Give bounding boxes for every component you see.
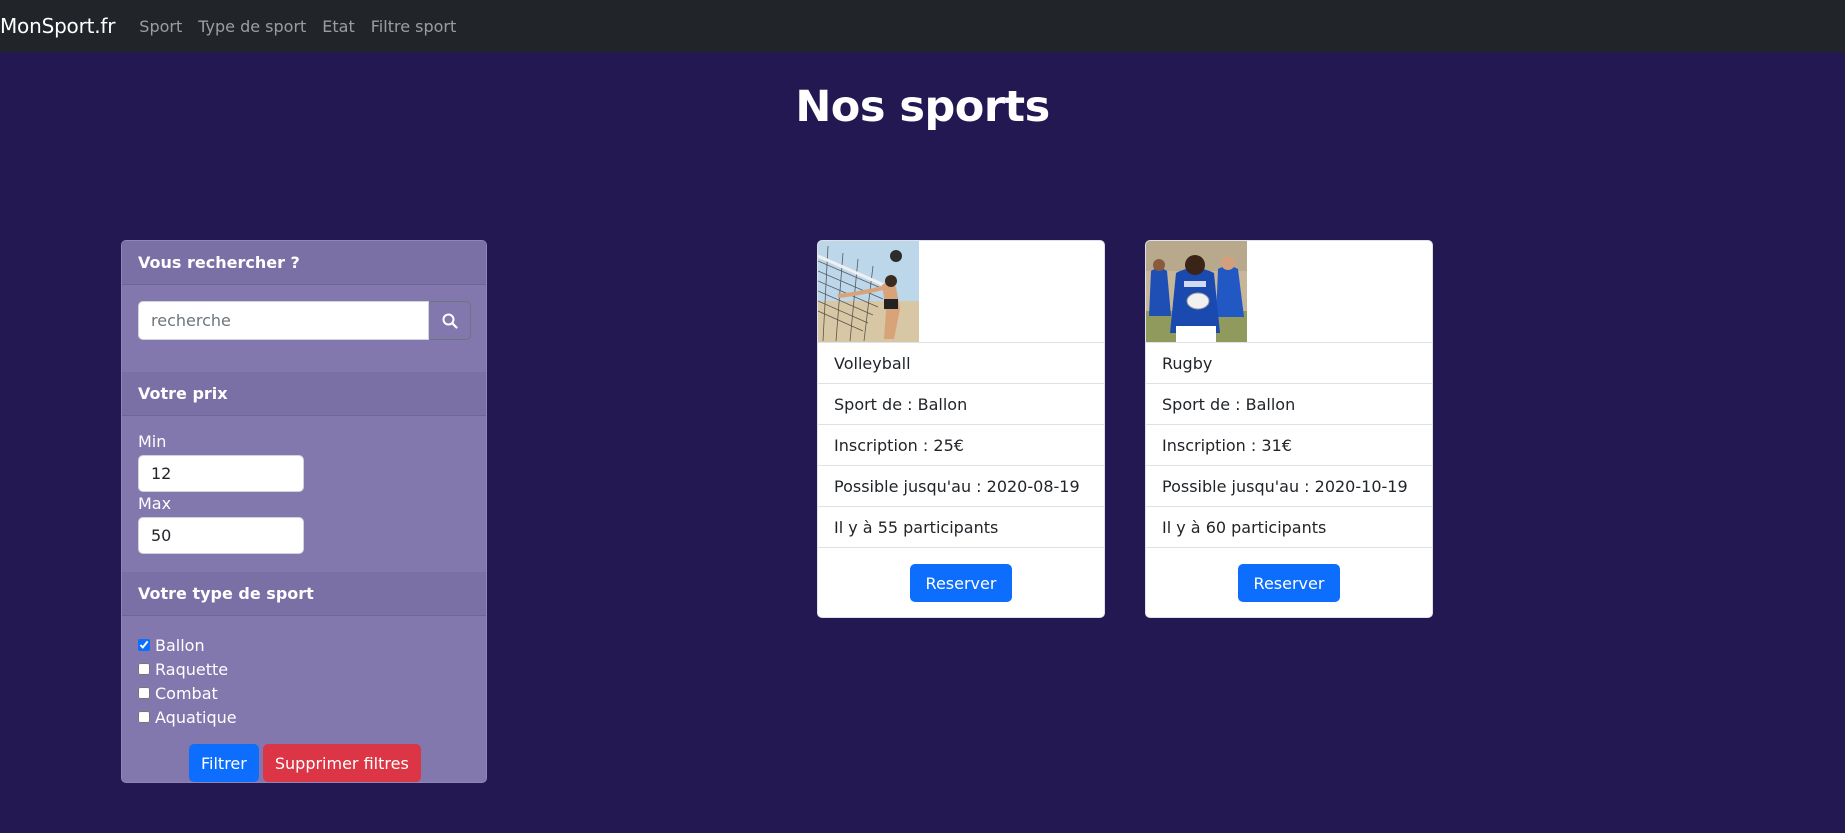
card-price: Inscription : 31€ [1146, 425, 1432, 466]
card-sport-type: Sport de : Ballon [818, 384, 1104, 425]
checkbox-combat[interactable] [138, 687, 150, 699]
type-option-ballon[interactable]: Ballon [138, 633, 237, 657]
clear-filters-button[interactable]: Supprimer filtres [262, 744, 421, 782]
card-sport-name: Rugby [1146, 343, 1432, 384]
card-sport-name: Volleyball [818, 343, 1104, 384]
card-image-container [1146, 241, 1432, 343]
min-label: Min [138, 432, 167, 451]
card-participants: Il y à 55 participants [818, 507, 1104, 548]
card-deadline: Possible jusqu'au : 2020-10-19 [1146, 466, 1432, 507]
type-label-ballon: Ballon [155, 635, 205, 655]
card-footer: Reserver [818, 548, 1104, 617]
search-header: Vous rechercher ? [122, 241, 486, 285]
sport-card-volleyball: Volleyball Sport de : Ballon Inscription… [817, 240, 1105, 618]
card-footer: Reserver [1146, 548, 1432, 617]
search-icon [442, 313, 458, 329]
max-label: Max [138, 494, 172, 513]
filter-panel: Vous rechercher ? Votre prix Min Max Vot… [121, 240, 487, 783]
volleyball-image [818, 241, 919, 342]
type-option-raquette[interactable]: Raquette [138, 657, 237, 681]
type-label-raquette: Raquette [155, 659, 229, 679]
rugby-image [1146, 241, 1247, 342]
nav-link-type-de-sport[interactable]: Type de sport [198, 17, 306, 36]
card-deadline: Possible jusqu'au : 2020-08-19 [818, 466, 1104, 507]
type-header: Votre type de sport [122, 572, 486, 616]
filter-actions: Filtrer Supprimer filtres [189, 744, 421, 782]
navbar: MonSport.fr Sport Type de sport Etat Fil… [0, 0, 1845, 52]
reserve-button-volleyball[interactable]: Reserver [909, 564, 1013, 602]
page-title: Nos sports [795, 82, 1050, 132]
type-label-aquatique: Aquatique [155, 707, 237, 727]
filter-button[interactable]: Filtrer [189, 744, 259, 782]
max-price-input[interactable] [138, 517, 304, 554]
type-option-combat[interactable]: Combat [138, 681, 237, 705]
card-sport-type: Sport de : Ballon [1146, 384, 1432, 425]
card-price: Inscription : 25€ [818, 425, 1104, 466]
min-price-input[interactable] [138, 455, 304, 492]
reserve-button-rugby[interactable]: Reserver [1237, 564, 1341, 602]
checkbox-ballon[interactable] [138, 639, 150, 651]
type-option-aquatique[interactable]: Aquatique [138, 705, 237, 729]
sport-card-rugby: Rugby Sport de : Ballon Inscription : 31… [1145, 240, 1433, 618]
brand-link[interactable]: MonSport.fr [0, 14, 115, 38]
checkbox-aquatique[interactable] [138, 711, 150, 723]
checkbox-raquette[interactable] [138, 663, 150, 675]
search-button[interactable] [429, 301, 471, 340]
search-group [138, 301, 471, 340]
price-header: Votre prix [122, 372, 486, 416]
type-label-combat: Combat [155, 683, 218, 703]
nav-link-sport[interactable]: Sport [139, 17, 182, 36]
card-image-container [818, 241, 1104, 343]
type-checkbox-list: Ballon Raquette Combat Aquatique [138, 633, 237, 729]
card-participants: Il y à 60 participants [1146, 507, 1432, 548]
search-input[interactable] [138, 301, 429, 340]
nav-link-filtre-sport[interactable]: Filtre sport [371, 17, 457, 36]
nav-link-etat[interactable]: Etat [322, 17, 354, 36]
